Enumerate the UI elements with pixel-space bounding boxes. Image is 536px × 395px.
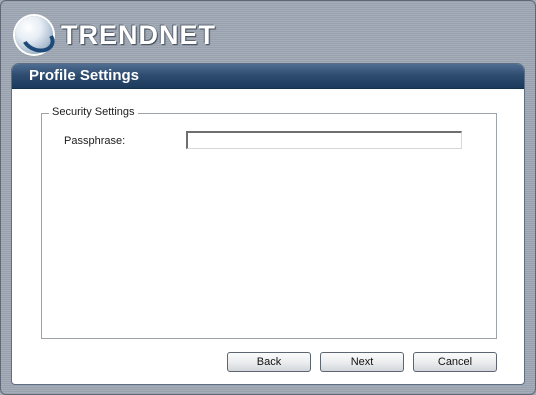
- passphrase-label: Passphrase:: [64, 135, 126, 147]
- security-settings-legend: Security Settings: [49, 106, 138, 118]
- brand-logo-text: TRENDNET: [61, 19, 216, 50]
- cancel-button[interactable]: Cancel: [413, 352, 497, 372]
- security-settings-group: Security Settings Passphrase:: [41, 106, 497, 339]
- brand-logo: TRENDNET: [15, 16, 216, 54]
- panel-title: Profile Settings: [12, 64, 524, 89]
- next-button[interactable]: Next: [320, 352, 404, 372]
- window-frame: TRENDNET Profile Settings Security Setti…: [0, 0, 536, 395]
- passphrase-input[interactable]: [186, 131, 462, 149]
- profile-settings-panel: Profile Settings Security Settings Passp…: [11, 63, 525, 385]
- trendnet-logo-icon: [15, 16, 53, 54]
- back-button[interactable]: Back: [227, 352, 311, 372]
